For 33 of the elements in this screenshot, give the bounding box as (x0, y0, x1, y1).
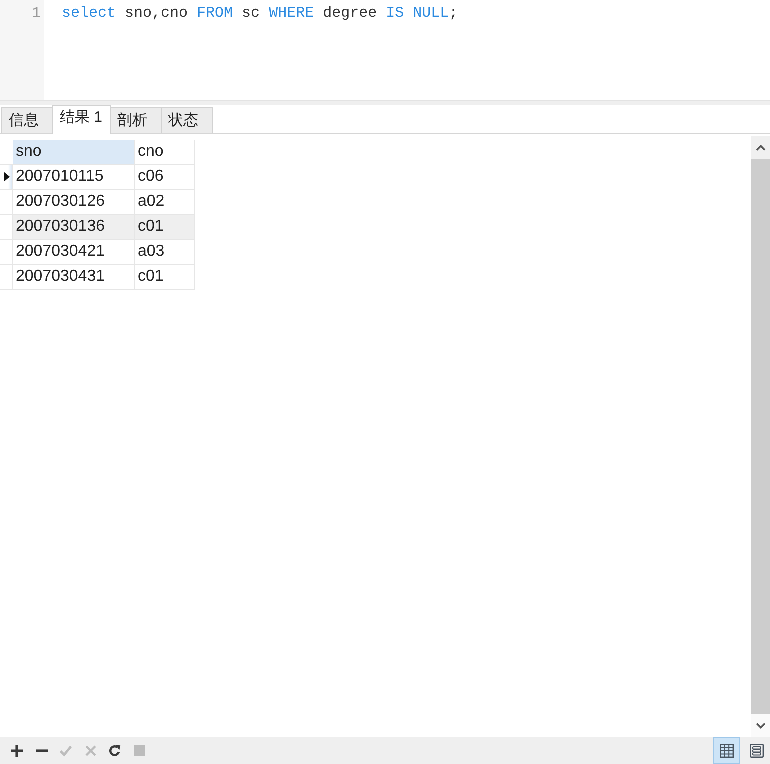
scroll-up-button[interactable] (751, 136, 770, 159)
result-tab[interactable]: 剖析 (110, 107, 162, 133)
result-tab[interactable]: 状态 (160, 107, 213, 133)
chevron-up-icon (756, 144, 766, 150)
table-cell: a03 (135, 240, 195, 265)
table-cell: 2007030421 (13, 240, 135, 265)
square-icon (134, 744, 146, 756)
table-cell: 2007030126 (13, 190, 135, 215)
column-header[interactable]: sno (13, 140, 135, 165)
refresh-icon (109, 744, 122, 756)
result-tab[interactable]: 结果 1 (52, 105, 111, 134)
grid-view-button[interactable] (713, 737, 740, 764)
result-tab[interactable]: 信息 (1, 107, 53, 133)
table-cell: 2007030431 (13, 265, 135, 290)
check-icon (60, 744, 72, 756)
table-cell: 2007030136 (13, 215, 135, 240)
scroll-down-button[interactable] (751, 714, 770, 737)
grid-icon (720, 744, 734, 758)
chevron-down-icon (756, 722, 766, 728)
row-header-cell[interactable] (0, 165, 13, 190)
line-number: 1 (30, 4, 41, 24)
scrollbar-thumb[interactable] (751, 159, 770, 714)
cross-icon (84, 744, 97, 756)
table-cell: a02 (135, 190, 195, 215)
table-cell: c01 (135, 215, 195, 240)
table-cell: c06 (135, 165, 195, 190)
list-icon (750, 744, 764, 758)
table-cell: 2007010115 (13, 165, 135, 190)
column-header[interactable]: cno (135, 140, 195, 165)
row-pointer-icon (4, 172, 10, 182)
plus-icon (11, 744, 24, 756)
table-cell: c01 (135, 265, 195, 290)
code-line: select sno,cno FROM sc WHERE degree IS NULL; (62, 4, 458, 24)
